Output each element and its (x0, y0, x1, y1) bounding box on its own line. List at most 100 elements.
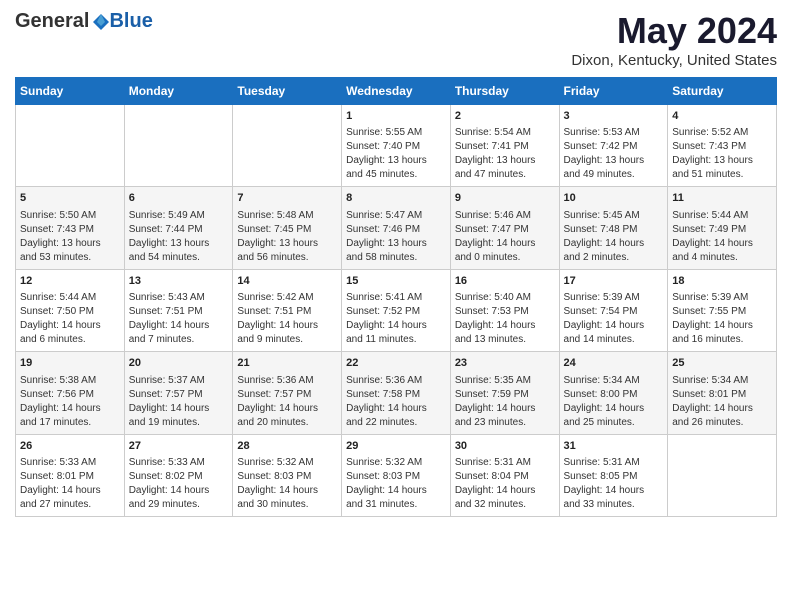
calendar-cell: 27 Sunrise: 5:33 AM Sunset: 8:02 PM Dayli… (124, 434, 233, 516)
calendar-cell: 5 Sunrise: 5:50 AM Sunset: 7:43 PM Daylig… (16, 187, 125, 269)
header-day-saturday: Saturday (668, 78, 777, 105)
calendar-week-2: 5 Sunrise: 5:50 AM Sunset: 7:43 PM Daylig… (16, 187, 777, 269)
page-header: General Blue May 2024 Dixon, Kentucky, U… (15, 10, 777, 69)
calendar-cell: 16 Sunrise: 5:40 AM Sunset: 7:53 PM Dayli… (450, 269, 559, 351)
calendar-week-3: 12 Sunrise: 5:44 AM Sunset: 7:50 PM Dayli… (16, 269, 777, 351)
day-number: 31 (564, 439, 664, 454)
logo-blue: Blue (109, 10, 152, 33)
day-info: Sunrise: 5:39 AM Sunset: 7:55 PM Dayligh… (672, 291, 772, 347)
calendar-cell: 29 Sunrise: 5:32 AM Sunset: 8:03 PM Dayli… (342, 434, 451, 516)
day-info: Sunrise: 5:32 AM Sunset: 8:03 PM Dayligh… (237, 456, 337, 512)
day-number: 30 (455, 439, 555, 454)
day-number: 10 (564, 191, 664, 206)
day-info: Sunrise: 5:31 AM Sunset: 8:05 PM Dayligh… (564, 456, 664, 512)
day-number: 28 (237, 439, 337, 454)
day-number: 15 (346, 274, 446, 289)
calendar-cell: 10 Sunrise: 5:45 AM Sunset: 7:48 PM Dayli… (559, 187, 668, 269)
day-info: Sunrise: 5:50 AM Sunset: 7:43 PM Dayligh… (20, 209, 120, 265)
calendar-week-1: 1Sunrise: 5:55 AM Sunset: 7:40 PM Daylig… (16, 105, 777, 187)
calendar-cell: 8 Sunrise: 5:47 AM Sunset: 7:46 PM Daylig… (342, 187, 451, 269)
header-day-thursday: Thursday (450, 78, 559, 105)
day-number: 24 (564, 356, 664, 371)
calendar-cell: 17 Sunrise: 5:39 AM Sunset: 7:54 PM Dayli… (559, 269, 668, 351)
logo-general: General (15, 10, 89, 33)
day-number: 12 (20, 274, 120, 289)
calendar-cell: 31 Sunrise: 5:31 AM Sunset: 8:05 PM Dayli… (559, 434, 668, 516)
day-info: Sunrise: 5:31 AM Sunset: 8:04 PM Dayligh… (455, 456, 555, 512)
day-info: Sunrise: 5:44 AM Sunset: 7:50 PM Dayligh… (20, 291, 120, 347)
calendar-cell: 23 Sunrise: 5:35 AM Sunset: 7:59 PM Dayli… (450, 352, 559, 434)
calendar-cell (668, 434, 777, 516)
day-number: 26 (20, 439, 120, 454)
day-number: 23 (455, 356, 555, 371)
day-info: Sunrise: 5:52 AM Sunset: 7:43 PM Dayligh… (672, 126, 772, 182)
day-number: 14 (237, 274, 337, 289)
day-info: Sunrise: 5:37 AM Sunset: 7:57 PM Dayligh… (129, 374, 229, 430)
day-number: 8 (346, 191, 446, 206)
calendar-cell: 19 Sunrise: 5:38 AM Sunset: 7:56 PM Dayli… (16, 352, 125, 434)
calendar-cell: 15Sunrise: 5:41 AM Sunset: 7:52 PM Dayli… (342, 269, 451, 351)
logo: General Blue (15, 10, 153, 33)
day-info: Sunrise: 5:42 AM Sunset: 7:51 PM Dayligh… (237, 291, 337, 347)
day-info: Sunrise: 5:36 AM Sunset: 7:57 PM Dayligh… (237, 374, 337, 430)
day-info: Sunrise: 5:36 AM Sunset: 7:58 PM Dayligh… (346, 374, 446, 430)
day-number: 16 (455, 274, 555, 289)
day-info: Sunrise: 5:39 AM Sunset: 7:54 PM Dayligh… (564, 291, 664, 347)
day-number: 25 (672, 356, 772, 371)
day-number: 9 (455, 191, 555, 206)
day-number: 29 (346, 439, 446, 454)
calendar-week-5: 26 Sunrise: 5:33 AM Sunset: 8:01 PM Dayli… (16, 434, 777, 516)
day-number: 27 (129, 439, 229, 454)
day-info: Sunrise: 5:34 AM Sunset: 8:00 PM Dayligh… (564, 374, 664, 430)
calendar-cell: 25 Sunrise: 5:34 AM Sunset: 8:01 PM Dayli… (668, 352, 777, 434)
day-info: Sunrise: 5:55 AM Sunset: 7:40 PM Dayligh… (346, 126, 446, 182)
day-info: Sunrise: 5:54 AM Sunset: 7:41 PM Dayligh… (455, 126, 555, 182)
calendar-cell: 18Sunrise: 5:39 AM Sunset: 7:55 PM Dayli… (668, 269, 777, 351)
day-number: 19 (20, 356, 120, 371)
calendar-week-4: 19 Sunrise: 5:38 AM Sunset: 7:56 PM Dayli… (16, 352, 777, 434)
calendar-cell: 6Sunrise: 5:49 AM Sunset: 7:44 PM Daylig… (124, 187, 233, 269)
day-info: Sunrise: 5:34 AM Sunset: 8:01 PM Dayligh… (672, 374, 772, 430)
day-info: Sunrise: 5:48 AM Sunset: 7:45 PM Dayligh… (237, 209, 337, 265)
calendar-header-row: SundayMondayTuesdayWednesdayThursdayFrid… (16, 78, 777, 105)
calendar-cell (233, 105, 342, 187)
calendar-cell: 24 Sunrise: 5:34 AM Sunset: 8:00 PM Dayli… (559, 352, 668, 434)
calendar-cell: 13 Sunrise: 5:43 AM Sunset: 7:51 PM Dayli… (124, 269, 233, 351)
calendar-cell: 26 Sunrise: 5:33 AM Sunset: 8:01 PM Dayli… (16, 434, 125, 516)
title-block: May 2024 Dixon, Kentucky, United States (571, 10, 777, 69)
calendar-cell: 7Sunrise: 5:48 AM Sunset: 7:45 PM Daylig… (233, 187, 342, 269)
day-info: Sunrise: 5:35 AM Sunset: 7:59 PM Dayligh… (455, 374, 555, 430)
header-day-tuesday: Tuesday (233, 78, 342, 105)
day-info: Sunrise: 5:47 AM Sunset: 7:46 PM Dayligh… (346, 209, 446, 265)
calendar-cell (124, 105, 233, 187)
day-info: Sunrise: 5:32 AM Sunset: 8:03 PM Dayligh… (346, 456, 446, 512)
calendar-cell: 20 Sunrise: 5:37 AM Sunset: 7:57 PM Dayli… (124, 352, 233, 434)
calendar-cell: 30 Sunrise: 5:31 AM Sunset: 8:04 PM Dayli… (450, 434, 559, 516)
day-number: 13 (129, 274, 229, 289)
subtitle: Dixon, Kentucky, United States (571, 52, 777, 69)
calendar-cell (16, 105, 125, 187)
day-number: 22 (346, 356, 446, 371)
day-number: 6 (129, 191, 229, 206)
header-day-sunday: Sunday (16, 78, 125, 105)
calendar-cell: 12 Sunrise: 5:44 AM Sunset: 7:50 PM Dayli… (16, 269, 125, 351)
calendar-cell: 3Sunrise: 5:53 AM Sunset: 7:42 PM Daylig… (559, 105, 668, 187)
day-number: 3 (564, 109, 664, 124)
day-info: Sunrise: 5:44 AM Sunset: 7:49 PM Dayligh… (672, 209, 772, 265)
day-number: 4 (672, 109, 772, 124)
day-info: Sunrise: 5:33 AM Sunset: 8:02 PM Dayligh… (129, 456, 229, 512)
day-info: Sunrise: 5:38 AM Sunset: 7:56 PM Dayligh… (20, 374, 120, 430)
day-info: Sunrise: 5:40 AM Sunset: 7:53 PM Dayligh… (455, 291, 555, 347)
day-number: 21 (237, 356, 337, 371)
day-info: Sunrise: 5:43 AM Sunset: 7:51 PM Dayligh… (129, 291, 229, 347)
header-day-wednesday: Wednesday (342, 78, 451, 105)
calendar-cell: 1Sunrise: 5:55 AM Sunset: 7:40 PM Daylig… (342, 105, 451, 187)
day-number: 11 (672, 191, 772, 206)
day-info: Sunrise: 5:33 AM Sunset: 8:01 PM Dayligh… (20, 456, 120, 512)
header-day-monday: Monday (124, 78, 233, 105)
calendar-cell: 2Sunrise: 5:54 AM Sunset: 7:41 PM Daylig… (450, 105, 559, 187)
day-number: 5 (20, 191, 120, 206)
day-number: 20 (129, 356, 229, 371)
day-number: 17 (564, 274, 664, 289)
day-info: Sunrise: 5:45 AM Sunset: 7:48 PM Dayligh… (564, 209, 664, 265)
